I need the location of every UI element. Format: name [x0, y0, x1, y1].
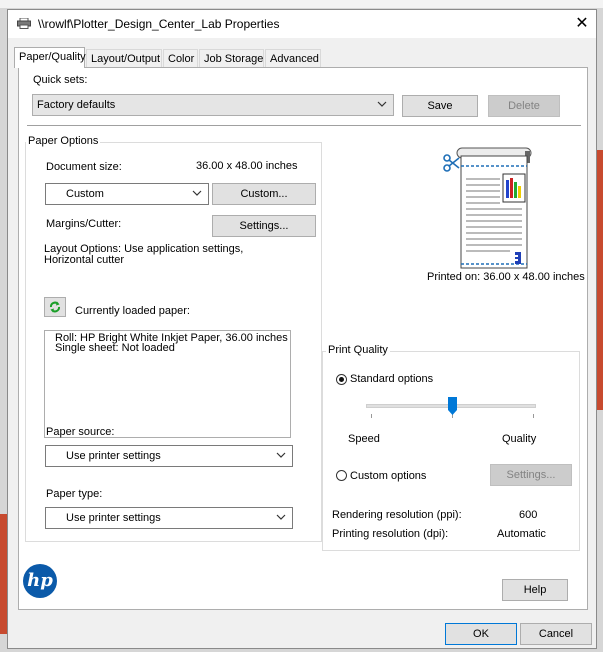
loaded-paper-sheet: Single sheet: Not loaded: [55, 342, 175, 354]
chevron-down-icon: [276, 514, 286, 520]
paper-type-value: Use printer settings: [66, 512, 161, 524]
paper-type-label: Paper type:: [46, 488, 103, 500]
rendering-resolution-value: 600: [519, 509, 538, 521]
cancel-button[interactable]: Cancel: [520, 623, 592, 645]
document-size-select-value: Custom: [66, 188, 104, 200]
quality-settings-button[interactable]: Settings...: [490, 464, 572, 486]
printed-on-text: Printed on: 36.00 x 48.00 inches: [427, 271, 585, 283]
refresh-icon: [50, 301, 60, 313]
slider-tick: [533, 414, 534, 418]
tab-layout-output[interactable]: Layout/Output: [86, 49, 162, 67]
custom-options-radio[interactable]: [336, 470, 347, 481]
paper-type-select[interactable]: Use printer settings: [45, 507, 293, 529]
printing-resolution-value: Automatic: [497, 528, 546, 540]
margins-cutter-label: Margins/Cutter:: [46, 218, 122, 230]
refresh-paper-button[interactable]: [44, 297, 66, 317]
hp-logo: hp: [23, 564, 57, 598]
speed-label: Speed: [348, 433, 380, 445]
document-size-label: Document size:: [46, 161, 122, 173]
custom-size-button[interactable]: Custom...: [212, 183, 316, 205]
background-window-strip: [0, 0, 603, 8]
chevron-down-icon: [276, 452, 286, 458]
help-button[interactable]: Help: [502, 579, 568, 601]
chevron-down-icon: [377, 101, 387, 107]
window-title: \\rowlf\Plotter_Design_Center_Lab Proper…: [38, 17, 280, 31]
custom-options-label: Custom options: [350, 470, 427, 482]
tab-paper-quality[interactable]: Paper/Quality: [14, 47, 86, 68]
quick-sets-label: Quick sets:: [33, 74, 88, 86]
print-preview-illustration: [437, 142, 539, 270]
printer-icon: [17, 17, 31, 29]
loaded-paper-box: Roll: HP Bright White Inkjet Paper, 36.0…: [44, 330, 291, 438]
printing-resolution-label: Printing resolution (dpi):: [332, 528, 449, 540]
quality-label: Quality: [502, 433, 537, 445]
slider-tick: [371, 414, 372, 418]
quality-slider-thumb[interactable]: [448, 397, 457, 415]
document-size-value: 36.00 x 48.00 inches: [196, 160, 298, 172]
paper-options-title: Paper Options: [26, 135, 101, 147]
close-button[interactable]: ✕: [570, 13, 594, 35]
loaded-paper-label: Currently loaded paper:: [75, 305, 190, 317]
tab-panel-paper-quality: Quick sets: Factory defaults Save Delete…: [18, 67, 588, 610]
layout-options-text: Layout Options: Use application settings…: [44, 243, 244, 266]
title-bar[interactable]: \\rowlf\Plotter_Design_Center_Lab Proper…: [8, 10, 596, 38]
print-quality-title: Print Quality: [326, 344, 390, 356]
separator: [27, 125, 581, 126]
tab-job-storage[interactable]: Job Storage: [199, 49, 264, 67]
save-button[interactable]: Save: [402, 95, 478, 117]
paper-source-value: Use printer settings: [66, 450, 161, 462]
quick-sets-value: Factory defaults: [37, 99, 116, 111]
standard-options-radio[interactable]: [336, 374, 347, 385]
margins-settings-button[interactable]: Settings...: [212, 215, 316, 237]
delete-button[interactable]: Delete: [488, 95, 560, 117]
chevron-down-icon: [192, 190, 202, 196]
rendering-resolution-label: Rendering resolution (ppi):: [332, 509, 462, 521]
scissors-icon: [443, 154, 460, 172]
printer-properties-dialog: \\rowlf\Plotter_Design_Center_Lab Proper…: [7, 9, 597, 649]
paper-source-select[interactable]: Use printer settings: [45, 445, 293, 467]
tab-color[interactable]: Color: [163, 49, 198, 67]
standard-options-label: Standard options: [350, 373, 434, 385]
paper-source-label: Paper source:: [46, 426, 115, 438]
background-app-edge-right: [597, 150, 603, 410]
ok-button[interactable]: OK: [445, 623, 517, 645]
document-size-select[interactable]: Custom: [45, 183, 209, 205]
tab-advanced[interactable]: Advanced: [265, 49, 321, 67]
quick-sets-select[interactable]: Factory defaults: [32, 94, 394, 116]
hp-logo-text: hp: [27, 570, 53, 591]
